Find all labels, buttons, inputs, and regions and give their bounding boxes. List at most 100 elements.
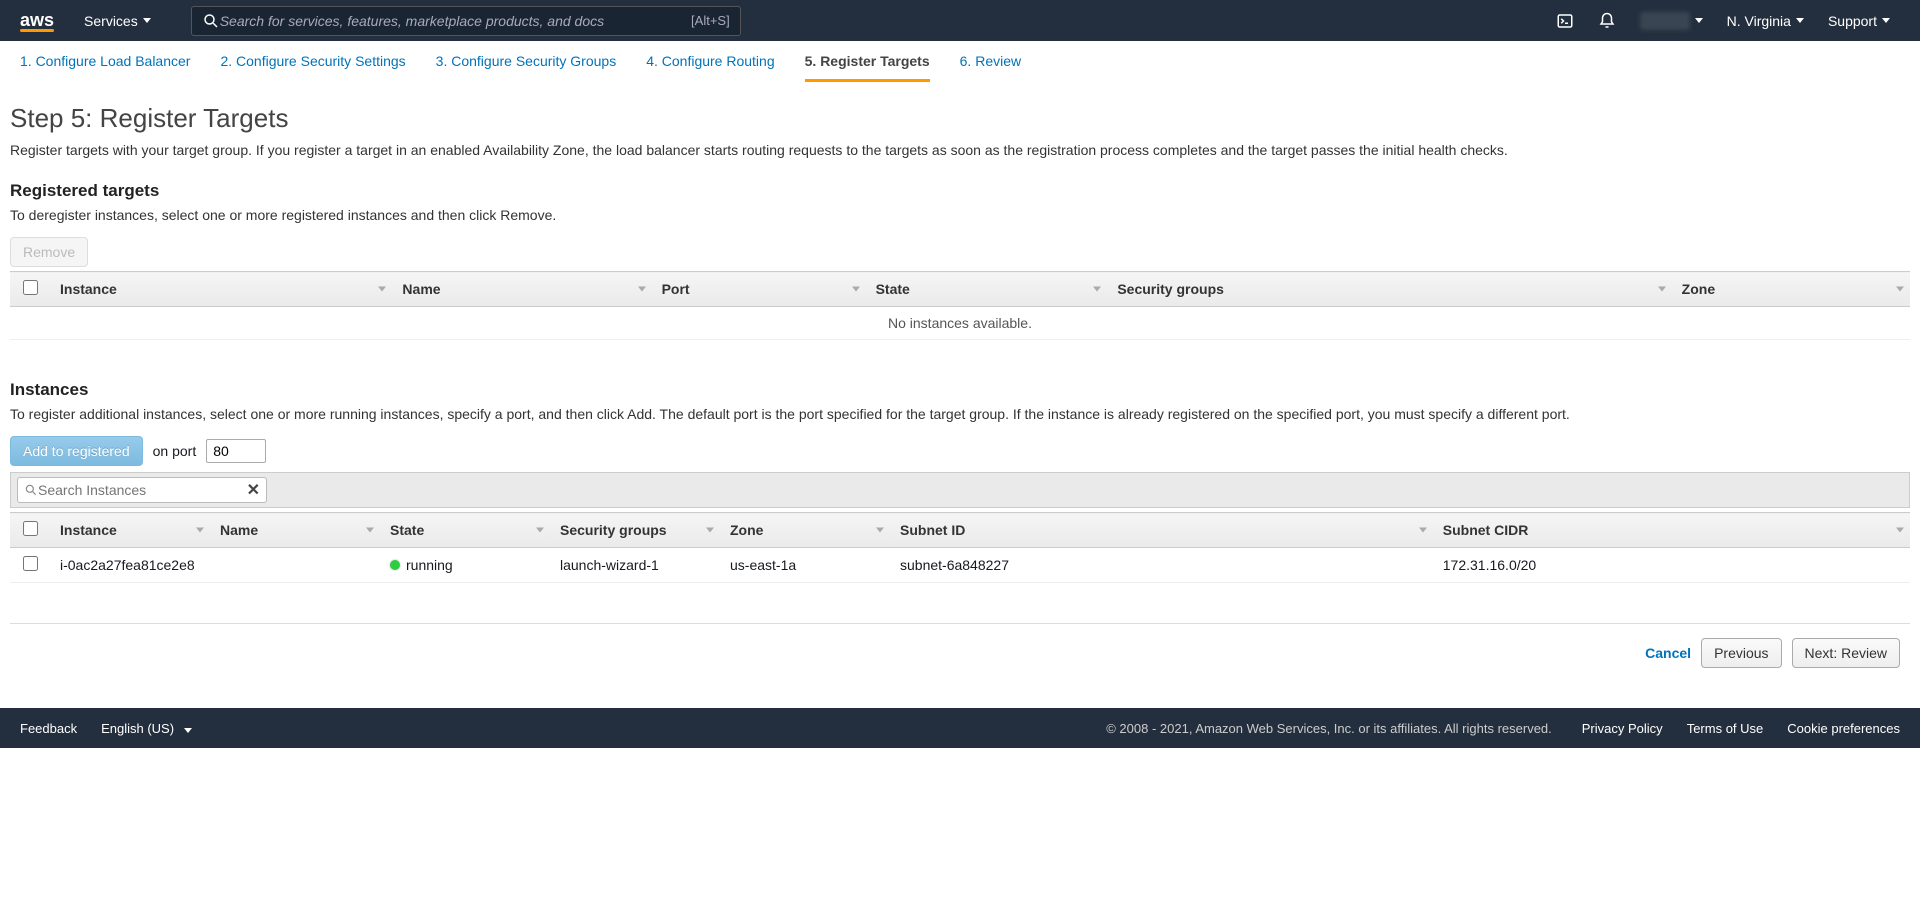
sort-icon (1896, 528, 1904, 533)
select-all-checkbox[interactable] (23, 521, 38, 536)
instances-title: Instances (10, 380, 1910, 400)
sort-icon (366, 528, 374, 533)
cell-state: running (380, 548, 550, 583)
wizard-step-3[interactable]: 3. Configure Security Groups (436, 53, 617, 82)
sort-icon (876, 528, 884, 533)
cloudshell-icon[interactable] (1546, 12, 1584, 30)
cell-subnet-id: subnet-6a848227 (890, 548, 1433, 583)
caret-down-icon (184, 728, 192, 733)
wizard-step-1[interactable]: 1. Configure Load Balancer (20, 53, 190, 82)
caret-down-icon (1796, 18, 1804, 23)
language-selector[interactable]: English (US) (101, 721, 192, 736)
on-port-label: on port (153, 443, 197, 459)
global-search[interactable]: [Alt+S] (191, 6, 741, 36)
page-description: Register targets with your target group.… (10, 140, 1910, 161)
terms-link[interactable]: Terms of Use (1687, 721, 1764, 736)
services-label: Services (84, 13, 138, 29)
wizard-step-4[interactable]: 4. Configure Routing (646, 53, 774, 82)
col-security-groups[interactable]: Security groups (550, 513, 720, 548)
col-subnet-cidr[interactable]: Subnet CIDR (1433, 513, 1910, 548)
col-instance[interactable]: Instance (50, 513, 210, 548)
col-security-groups[interactable]: Security groups (1107, 272, 1671, 307)
bottom-bar: Feedback English (US) © 2008 - 2021, Ama… (0, 708, 1920, 748)
sort-icon (1093, 287, 1101, 292)
account-menu[interactable] (1630, 12, 1713, 30)
support-menu[interactable]: Support (1818, 13, 1900, 29)
search-input[interactable] (220, 13, 691, 29)
registered-table: Instance Name Port State Security groups… (10, 271, 1910, 340)
caret-down-icon (1882, 18, 1890, 23)
region-label: N. Virginia (1727, 13, 1791, 29)
cell-name (210, 548, 380, 583)
sort-icon (1896, 287, 1904, 292)
col-name[interactable]: Name (210, 513, 380, 548)
col-subnet-id[interactable]: Subnet ID (890, 513, 1433, 548)
port-input[interactable] (206, 439, 266, 463)
empty-message: No instances available. (10, 307, 1910, 340)
col-zone[interactable]: Zone (720, 513, 890, 548)
cell-security-groups: launch-wizard-1 (550, 548, 720, 583)
copyright: © 2008 - 2021, Amazon Web Services, Inc.… (1106, 721, 1552, 736)
notifications-icon[interactable] (1588, 12, 1626, 30)
feedback-link[interactable]: Feedback (20, 721, 77, 736)
sort-icon (536, 528, 544, 533)
footer-actions: Cancel Previous Next: Review (10, 638, 1910, 688)
support-label: Support (1828, 13, 1877, 29)
cancel-button[interactable]: Cancel (1645, 638, 1691, 668)
select-all-registered[interactable] (10, 272, 50, 307)
col-zone[interactable]: Zone (1672, 272, 1910, 307)
wizard-step-6[interactable]: 6. Review (960, 53, 1021, 82)
table-row[interactable]: i-0ac2a27fea81ce2e8 running launch-wizar… (10, 548, 1910, 583)
instances-search-bar: ✕ (10, 472, 1910, 508)
sort-icon (706, 528, 714, 533)
wizard-step-2[interactable]: 2. Configure Security Settings (220, 53, 405, 82)
registered-empty-row: No instances available. (10, 307, 1910, 340)
cell-subnet-cidr: 172.31.16.0/20 (1433, 548, 1910, 583)
col-state[interactable]: State (866, 272, 1108, 307)
add-to-registered-button[interactable]: Add to registered (10, 436, 143, 466)
clear-search-icon[interactable]: ✕ (247, 480, 260, 500)
instances-table: Instance Name State Security groups Zone… (10, 512, 1910, 583)
sort-icon (852, 287, 860, 292)
caret-down-icon (143, 18, 151, 23)
wizard-steps: 1. Configure Load Balancer 2. Configure … (0, 41, 1920, 83)
top-nav: aws Services [Alt+S] N. Virginia Support (0, 0, 1920, 41)
search-shortcut: [Alt+S] (691, 13, 730, 28)
cookies-link[interactable]: Cookie preferences (1787, 721, 1900, 736)
caret-down-icon (1695, 18, 1703, 23)
registered-targets-title: Registered targets (10, 181, 1910, 201)
aws-logo[interactable]: aws (20, 10, 54, 32)
search-icon (24, 483, 38, 497)
main-content: Step 5: Register Targets Register target… (0, 83, 1920, 708)
col-state[interactable]: State (380, 513, 550, 548)
sort-icon (378, 287, 386, 292)
sort-icon (1658, 287, 1666, 292)
col-instance[interactable]: Instance (50, 272, 392, 307)
sort-icon (196, 528, 204, 533)
page-title: Step 5: Register Targets (10, 103, 1910, 134)
remove-button[interactable]: Remove (10, 237, 88, 267)
account-name-redacted (1640, 12, 1690, 30)
wizard-step-5[interactable]: 5. Register Targets (805, 53, 930, 82)
services-menu[interactable]: Services (74, 13, 161, 29)
cell-instance: i-0ac2a27fea81ce2e8 (50, 548, 210, 583)
divider (10, 623, 1910, 624)
region-menu[interactable]: N. Virginia (1717, 13, 1814, 29)
col-name[interactable]: Name (392, 272, 651, 307)
sort-icon (638, 287, 646, 292)
sort-icon (1419, 528, 1427, 533)
privacy-link[interactable]: Privacy Policy (1582, 721, 1663, 736)
add-row: Add to registered on port (10, 436, 1910, 466)
registered-targets-desc: To deregister instances, select one or m… (10, 207, 1910, 223)
search-instances-input[interactable] (38, 482, 247, 498)
select-all-instances[interactable] (10, 513, 50, 548)
row-checkbox[interactable] (23, 556, 38, 571)
col-port[interactable]: Port (652, 272, 866, 307)
cell-zone: us-east-1a (720, 548, 890, 583)
search-instances[interactable]: ✕ (17, 477, 267, 503)
search-icon (202, 12, 220, 30)
previous-button[interactable]: Previous (1701, 638, 1781, 668)
next-button[interactable]: Next: Review (1792, 638, 1900, 668)
state-dot-icon (390, 560, 400, 570)
select-all-checkbox[interactable] (23, 280, 38, 295)
